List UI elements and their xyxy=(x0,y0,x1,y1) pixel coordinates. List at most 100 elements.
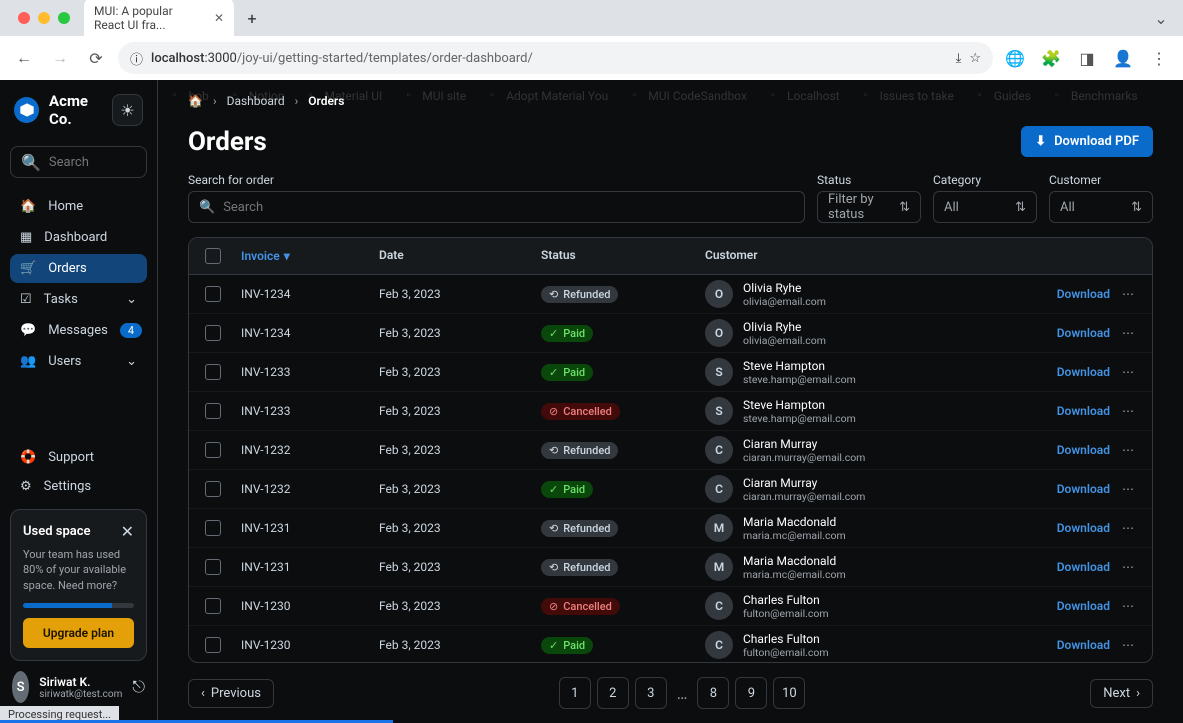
status-filter-select[interactable]: Filter by status⇅ xyxy=(817,191,921,223)
sidebar-item-messages[interactable]: 💬Messages4 xyxy=(10,316,147,345)
download-link[interactable]: Download xyxy=(1057,599,1110,613)
back-button[interactable]: ← xyxy=(10,44,38,72)
row-checkbox[interactable] xyxy=(205,442,221,458)
extensions-icon[interactable]: 🧩 xyxy=(1037,44,1065,72)
status-badge: ✓Paid xyxy=(541,481,593,498)
progress-bar xyxy=(23,603,134,608)
sidebar-item-users[interactable]: 👥Users⌄ xyxy=(10,347,147,376)
cell-date: Feb 3, 2023 xyxy=(379,443,541,457)
previous-button[interactable]: ‹Previous xyxy=(188,679,274,708)
customer-filter-select[interactable]: All⇅ xyxy=(1049,191,1153,223)
breadcrumb-dashboard[interactable]: Dashboard xyxy=(227,94,285,108)
cell-invoice: INV-1230 xyxy=(241,599,379,613)
more-menu-icon[interactable]: ⋯ xyxy=(1122,365,1136,379)
badge-count: 4 xyxy=(120,323,142,338)
download-link[interactable]: Download xyxy=(1057,560,1110,574)
sidebar-item-settings[interactable]: ⚙Settings xyxy=(10,472,147,501)
more-menu-icon[interactable]: ⋯ xyxy=(1122,599,1136,613)
row-checkbox[interactable] xyxy=(205,520,221,536)
more-menu-icon[interactable]: ⋯ xyxy=(1122,326,1136,340)
more-menu-icon[interactable]: ⋯ xyxy=(1122,638,1136,652)
close-icon[interactable]: ✕ xyxy=(214,11,224,25)
home-icon[interactable]: 🏠 xyxy=(188,94,203,108)
download-link[interactable]: Download xyxy=(1057,521,1110,535)
page-button[interactable]: 1 xyxy=(559,677,591,709)
customer-name: Steve Hampton xyxy=(743,398,856,412)
translate-icon[interactable]: 🌐 xyxy=(1001,44,1029,72)
download-link[interactable]: Download xyxy=(1057,482,1110,496)
download-link[interactable]: Download xyxy=(1057,443,1110,457)
row-checkbox[interactable] xyxy=(205,481,221,497)
column-date[interactable]: Date xyxy=(379,248,541,264)
customer-email: steve.hamp@email.com xyxy=(743,412,856,425)
orders-table: Invoice▾ Date Status Customer INV-1234Fe… xyxy=(188,237,1153,663)
select-all-checkbox[interactable] xyxy=(205,248,221,264)
row-checkbox[interactable] xyxy=(205,364,221,380)
search-input[interactable] xyxy=(49,155,136,170)
sidebar-item-support[interactable]: 🛟Support xyxy=(10,443,147,472)
close-icon[interactable]: ✕ xyxy=(121,522,134,541)
address-bar[interactable]: ⓘ localhost:3000/joy-ui/getting-started/… xyxy=(118,42,993,74)
column-invoice[interactable]: Invoice▾ xyxy=(241,248,379,264)
menu-icon[interactable]: ⋮ xyxy=(1145,44,1173,72)
row-checkbox[interactable] xyxy=(205,637,221,653)
row-checkbox[interactable] xyxy=(205,559,221,575)
upgrade-plan-button[interactable]: Upgrade plan xyxy=(23,618,134,648)
download-link[interactable]: Download xyxy=(1057,404,1110,418)
theme-toggle-button[interactable]: ☀ xyxy=(112,94,143,126)
brand[interactable]: Acme Co. xyxy=(14,92,112,128)
more-menu-icon[interactable]: ⋯ xyxy=(1122,521,1136,535)
row-checkbox[interactable] xyxy=(205,598,221,614)
row-checkbox[interactable] xyxy=(205,325,221,341)
avatar: C xyxy=(705,436,733,464)
more-menu-icon[interactable]: ⋯ xyxy=(1122,404,1136,418)
page-button[interactable]: 2 xyxy=(597,677,629,709)
sidebar-item-dashboard[interactable]: ▦Dashboard xyxy=(10,223,147,252)
download-pdf-button[interactable]: ⬇Download PDF xyxy=(1021,126,1153,157)
sidepanel-icon[interactable]: ◨ xyxy=(1073,44,1101,72)
window-controls[interactable] xyxy=(8,12,80,24)
page-button[interactable]: 10 xyxy=(773,677,805,709)
star-icon[interactable]: ☆ xyxy=(969,51,981,66)
more-menu-icon[interactable]: ⋯ xyxy=(1122,443,1136,457)
sidebar-item-tasks[interactable]: ☑Tasks⌄ xyxy=(10,285,147,314)
table-row: INV-1234Feb 3, 2023⟲RefundedOOlivia Ryhe… xyxy=(189,275,1152,314)
forward-button[interactable]: → xyxy=(46,44,74,72)
cell-date: Feb 3, 2023 xyxy=(379,482,541,496)
browser-tab[interactable]: MUI: A popular React UI fra... ✕ xyxy=(84,0,234,38)
page-button[interactable]: 3 xyxy=(635,677,667,709)
cell-date: Feb 3, 2023 xyxy=(379,287,541,301)
site-info-icon[interactable]: ⓘ xyxy=(130,49,143,68)
more-menu-icon[interactable]: ⋯ xyxy=(1122,287,1136,301)
chevron-down-icon[interactable]: ⌄ xyxy=(1147,4,1175,32)
avatar: C xyxy=(705,475,733,503)
sidebar-search[interactable]: 🔍 xyxy=(10,146,147,178)
download-link[interactable]: Download xyxy=(1057,326,1110,340)
logout-icon[interactable]: ⎋ xyxy=(132,677,145,697)
chevron-updown-icon: ⇅ xyxy=(1131,200,1142,215)
more-menu-icon[interactable]: ⋯ xyxy=(1122,560,1136,574)
column-status[interactable]: Status xyxy=(541,248,705,264)
reload-button[interactable]: ⟳ xyxy=(82,44,110,72)
row-checkbox[interactable] xyxy=(205,403,221,419)
page-button[interactable]: 9 xyxy=(735,677,767,709)
profile-avatar[interactable]: 👤 xyxy=(1109,44,1137,72)
install-icon[interactable]: ⤓ xyxy=(956,51,962,66)
next-button[interactable]: Next› xyxy=(1090,679,1153,708)
search-for-order-input[interactable]: 🔍 xyxy=(188,191,805,223)
column-customer[interactable]: Customer xyxy=(705,248,976,264)
download-link[interactable]: Download xyxy=(1057,287,1110,301)
category-filter-select[interactable]: All⇅ xyxy=(933,191,1037,223)
page-button[interactable]: 8 xyxy=(697,677,729,709)
support-icon: 🛟 xyxy=(20,450,36,465)
sidebar-item-home[interactable]: 🏠Home xyxy=(10,192,147,221)
status-badge: ⟲Refunded xyxy=(541,442,618,459)
more-menu-icon[interactable]: ⋯ xyxy=(1122,482,1136,496)
new-tab-button[interactable]: + xyxy=(238,4,266,32)
avatar[interactable]: S xyxy=(12,671,29,703)
sidebar-item-orders[interactable]: 🛒Orders xyxy=(10,254,147,283)
download-link[interactable]: Download xyxy=(1057,365,1110,379)
download-link[interactable]: Download xyxy=(1057,638,1110,652)
row-checkbox[interactable] xyxy=(205,286,221,302)
cell-invoice: INV-1231 xyxy=(241,560,379,574)
